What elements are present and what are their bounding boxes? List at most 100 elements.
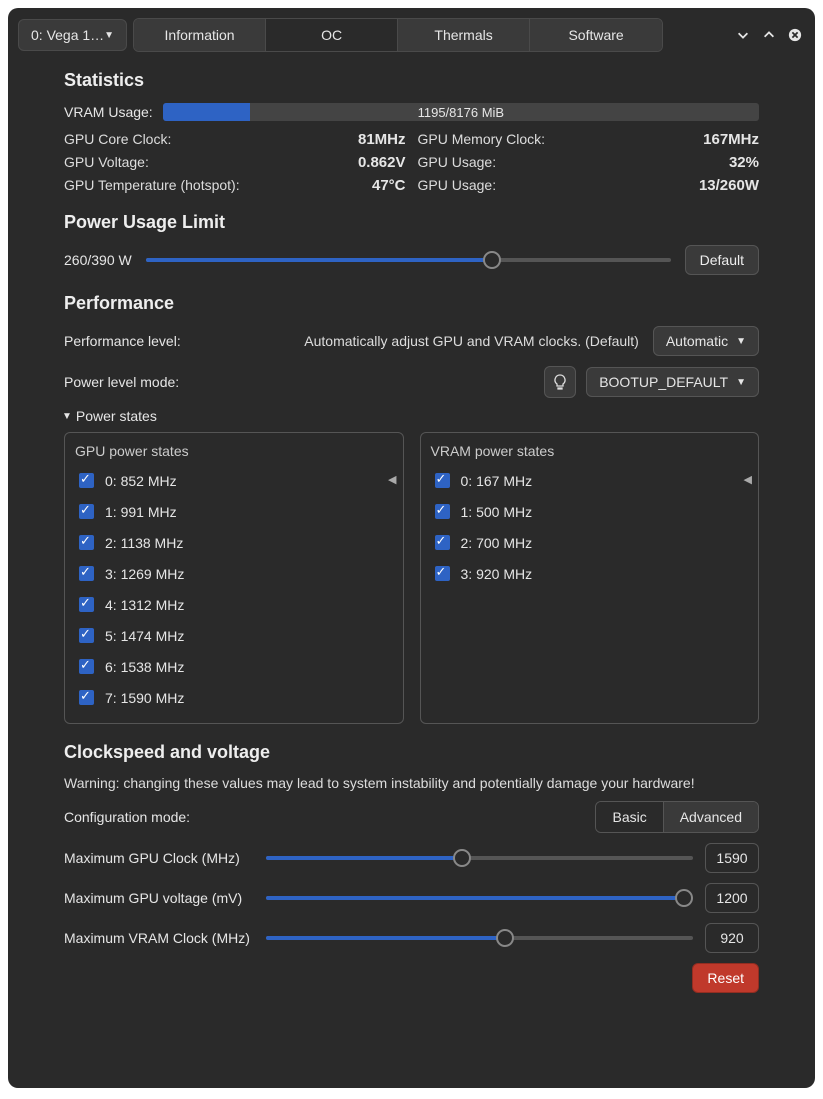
power-mode-row: Power level mode: BOOTUP_DEFAULT ▼: [64, 366, 759, 398]
gpu-state-row: 1: 991 MHz: [75, 496, 393, 527]
vram-power-states-title: VRAM power states: [431, 439, 749, 465]
vram-state-label: 2: 700 MHz: [461, 535, 533, 551]
gpu-state-label: 3: 1269 MHz: [105, 566, 184, 582]
chevron-down-icon: ▼: [736, 377, 746, 388]
gpu-state-label: 5: 1474 MHz: [105, 628, 184, 644]
vram-usage-label: VRAM Usage:: [64, 104, 153, 120]
power-limit-row: 260/390 W Default: [64, 245, 759, 275]
max-gpu-clock-value[interactable]: 1590: [705, 843, 759, 873]
chevron-down-icon: ▼: [736, 336, 746, 347]
vram-state-checkbox[interactable]: [435, 504, 450, 519]
stat-voltage-val: 0.862V: [256, 154, 406, 171]
performance-level-value: Automatic: [666, 333, 728, 349]
stat-temp-label: GPU Temperature (hotspot):: [64, 177, 244, 194]
stat-grid: GPU Core Clock: 81MHz GPU Memory Clock: …: [64, 131, 759, 194]
gpu-state-checkbox[interactable]: [79, 690, 94, 705]
config-mode-segment: Basic Advanced: [595, 801, 759, 833]
gpu-state-checkbox[interactable]: [79, 473, 94, 488]
statistics-heading: Statistics: [64, 70, 759, 91]
tab-software[interactable]: Software: [530, 19, 662, 51]
vram-state-checkbox[interactable]: [435, 535, 450, 550]
power-limit-slider[interactable]: [146, 250, 671, 270]
gpu-state-row: 4: 1312 MHz: [75, 589, 393, 620]
tab-information[interactable]: Information: [134, 19, 266, 51]
close-icon[interactable]: [785, 25, 805, 45]
toolbar: 0: Vega 1… ▼ Information OC Thermals Sof…: [18, 18, 805, 52]
tab-thermals[interactable]: Thermals: [398, 19, 530, 51]
config-mode-advanced[interactable]: Advanced: [664, 802, 758, 832]
max-vram-clock-label: Maximum VRAM Clock (MHz): [64, 930, 254, 946]
triangle-down-icon: ▼: [62, 411, 72, 422]
triangle-left-icon[interactable]: ◀: [388, 473, 396, 486]
max-vram-clock-row: Maximum VRAM Clock (MHz) 920: [64, 923, 759, 953]
power-limit-heading: Power Usage Limit: [64, 212, 759, 233]
power-mode-value: BOOTUP_DEFAULT: [599, 374, 728, 390]
gpu-state-label: 6: 1538 MHz: [105, 659, 184, 675]
max-vram-clock-value[interactable]: 920: [705, 923, 759, 953]
gpu-state-label: 4: 1312 MHz: [105, 597, 184, 613]
gpu-state-row: 6: 1538 MHz: [75, 651, 393, 682]
gpu-state-checkbox[interactable]: [79, 504, 94, 519]
power-mode-label: Power level mode:: [64, 374, 179, 390]
gpu-state-label: 2: 1138 MHz: [105, 535, 183, 551]
gpu-power-states-box: GPU power states ◀ 0: 852 MHz 1: 991 MHz 2…: [64, 432, 404, 724]
stat-usage-val: 32%: [610, 154, 760, 171]
vram-state-row: 3: 920 MHz: [431, 558, 749, 589]
stat-voltage-label: GPU Voltage:: [64, 154, 244, 171]
vram-state-row: 1: 500 MHz: [431, 496, 749, 527]
performance-level-label: Performance level:: [64, 333, 181, 349]
gpu-state-row: 3: 1269 MHz: [75, 558, 393, 589]
chevron-down-icon: ▼: [104, 30, 114, 41]
vram-state-checkbox[interactable]: [435, 566, 450, 581]
gpu-state-checkbox[interactable]: [79, 659, 94, 674]
reset-button[interactable]: Reset: [692, 963, 759, 993]
gpu-state-checkbox[interactable]: [79, 566, 94, 581]
chevron-down-icon[interactable]: [733, 25, 753, 45]
gpu-state-label: 1: 991 MHz: [105, 504, 177, 520]
max-vram-clock-slider[interactable]: [266, 928, 693, 948]
gpu-state-checkbox[interactable]: [79, 628, 94, 643]
app-window: 0: Vega 1… ▼ Information OC Thermals Sof…: [8, 8, 815, 1088]
tab-oc[interactable]: OC: [266, 19, 398, 51]
power-limit-text: 260/390 W: [64, 252, 132, 268]
stat-core-clock-label: GPU Core Clock:: [64, 131, 244, 148]
gpu-selector-label: 0: Vega 1…: [31, 27, 104, 43]
power-states-label: Power states: [76, 408, 157, 424]
vram-state-checkbox[interactable]: [435, 473, 450, 488]
max-gpu-voltage-label: Maximum GPU voltage (mV): [64, 890, 254, 906]
stat-power-val: 13/260W: [610, 177, 760, 194]
clockspeed-warning: Warning: changing these values may lead …: [64, 775, 759, 791]
gpu-selector[interactable]: 0: Vega 1… ▼: [18, 19, 127, 51]
max-gpu-voltage-value[interactable]: 1200: [705, 883, 759, 913]
max-gpu-voltage-slider[interactable]: [266, 888, 693, 908]
gpu-state-label: 0: 852 MHz: [105, 473, 177, 489]
stat-mem-clock-label: GPU Memory Clock:: [418, 131, 598, 148]
gpu-state-row: 5: 1474 MHz: [75, 620, 393, 651]
max-gpu-voltage-row: Maximum GPU voltage (mV) 1200: [64, 883, 759, 913]
stat-usage-label: GPU Usage:: [418, 154, 598, 171]
tablist: Information OC Thermals Software: [133, 18, 663, 52]
gpu-state-checkbox[interactable]: [79, 597, 94, 612]
config-mode-row: Configuration mode: Basic Advanced: [64, 801, 759, 833]
stat-power-label: GPU Usage:: [418, 177, 598, 194]
triangle-left-icon[interactable]: ◀: [744, 473, 752, 486]
max-gpu-clock-label: Maximum GPU Clock (MHz): [64, 850, 254, 866]
power-mode-dropdown[interactable]: BOOTUP_DEFAULT ▼: [586, 367, 759, 397]
vram-usage-text: 1195/8176 MiB: [163, 103, 759, 121]
gpu-state-label: 7: 1590 MHz: [105, 690, 184, 706]
config-mode-basic[interactable]: Basic: [596, 802, 663, 832]
power-limit-default-button[interactable]: Default: [685, 245, 759, 275]
stat-mem-clock-val: 167MHz: [610, 131, 760, 148]
lightbulb-icon[interactable]: [544, 366, 576, 398]
max-gpu-clock-slider[interactable]: [266, 848, 693, 868]
performance-level-desc: Automatically adjust GPU and VRAM clocks…: [191, 333, 643, 349]
chevron-up-icon[interactable]: [759, 25, 779, 45]
gpu-state-row: 2: 1138 MHz: [75, 527, 393, 558]
power-states-disclosure[interactable]: ▼ Power states: [62, 408, 759, 424]
gpu-state-checkbox[interactable]: [79, 535, 94, 550]
vram-state-row: 2: 700 MHz: [431, 527, 749, 558]
performance-level-dropdown[interactable]: Automatic ▼: [653, 326, 759, 356]
power-states-columns: GPU power states ◀ 0: 852 MHz 1: 991 MHz 2…: [64, 432, 759, 724]
vram-power-states-box: VRAM power states ◀ 0: 167 MHz1: 500 MHz…: [420, 432, 760, 724]
gpu-power-states-title: GPU power states: [75, 439, 393, 465]
